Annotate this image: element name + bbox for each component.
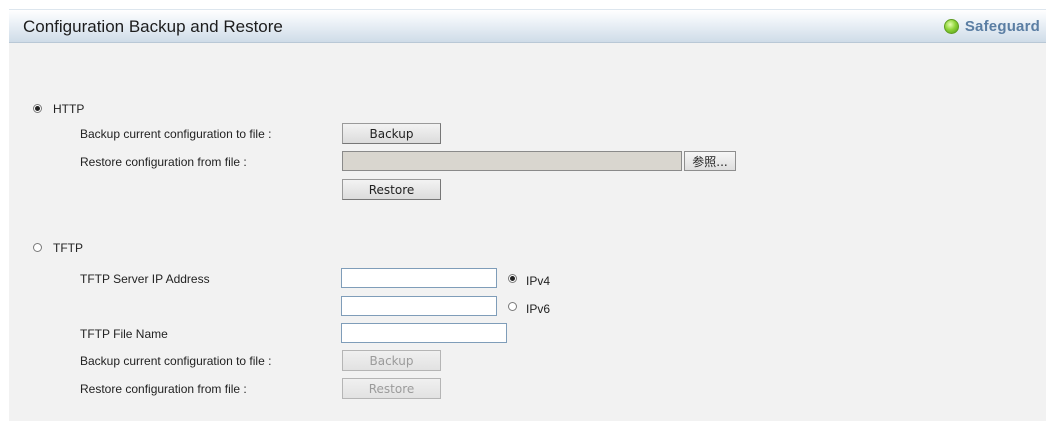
tftp-restore-button[interactable]: Restore — [342, 378, 441, 399]
ipv6-radio[interactable] — [508, 302, 517, 311]
restore-file-input[interactable] — [342, 151, 682, 171]
tftp-backup-button[interactable]: Backup — [342, 350, 441, 371]
http-backup-label: Backup current configuration to file : — [80, 127, 272, 141]
tftp-server-ip-label: TFTP Server IP Address — [80, 272, 210, 286]
safeguard-indicator: Safeguard — [943, 18, 1040, 35]
ipv4-address-input[interactable] — [341, 268, 497, 288]
title-bar: Configuration Backup and Restore Safegua… — [9, 9, 1046, 43]
ipv4-radio[interactable] — [508, 274, 517, 283]
http-label: HTTP — [53, 102, 85, 116]
tftp-restore-label: Restore configuration from file : — [80, 382, 247, 396]
browse-button[interactable]: 参照... — [684, 151, 736, 171]
http-backup-button[interactable]: Backup — [342, 123, 441, 144]
tftp-file-name-input[interactable] — [341, 323, 507, 343]
tftp-label: TFTP — [53, 241, 83, 255]
tftp-backup-label: Backup current configuration to file : — [80, 354, 272, 368]
http-restore-label: Restore configuration from file : — [80, 155, 247, 169]
http-radio[interactable] — [33, 104, 42, 113]
tftp-file-name-label: TFTP File Name — [80, 327, 168, 341]
ipv6-address-input[interactable] — [341, 296, 497, 316]
http-restore-button[interactable]: Restore — [342, 179, 441, 200]
ipv6-label: IPv6 — [526, 302, 551, 316]
ipv4-label: IPv4 — [526, 274, 551, 288]
status-light-icon — [943, 19, 959, 34]
safeguard-label: Safeguard — [964, 18, 1040, 35]
tftp-radio[interactable] — [33, 243, 42, 252]
page-title: Configuration Backup and Restore — [23, 17, 283, 36]
